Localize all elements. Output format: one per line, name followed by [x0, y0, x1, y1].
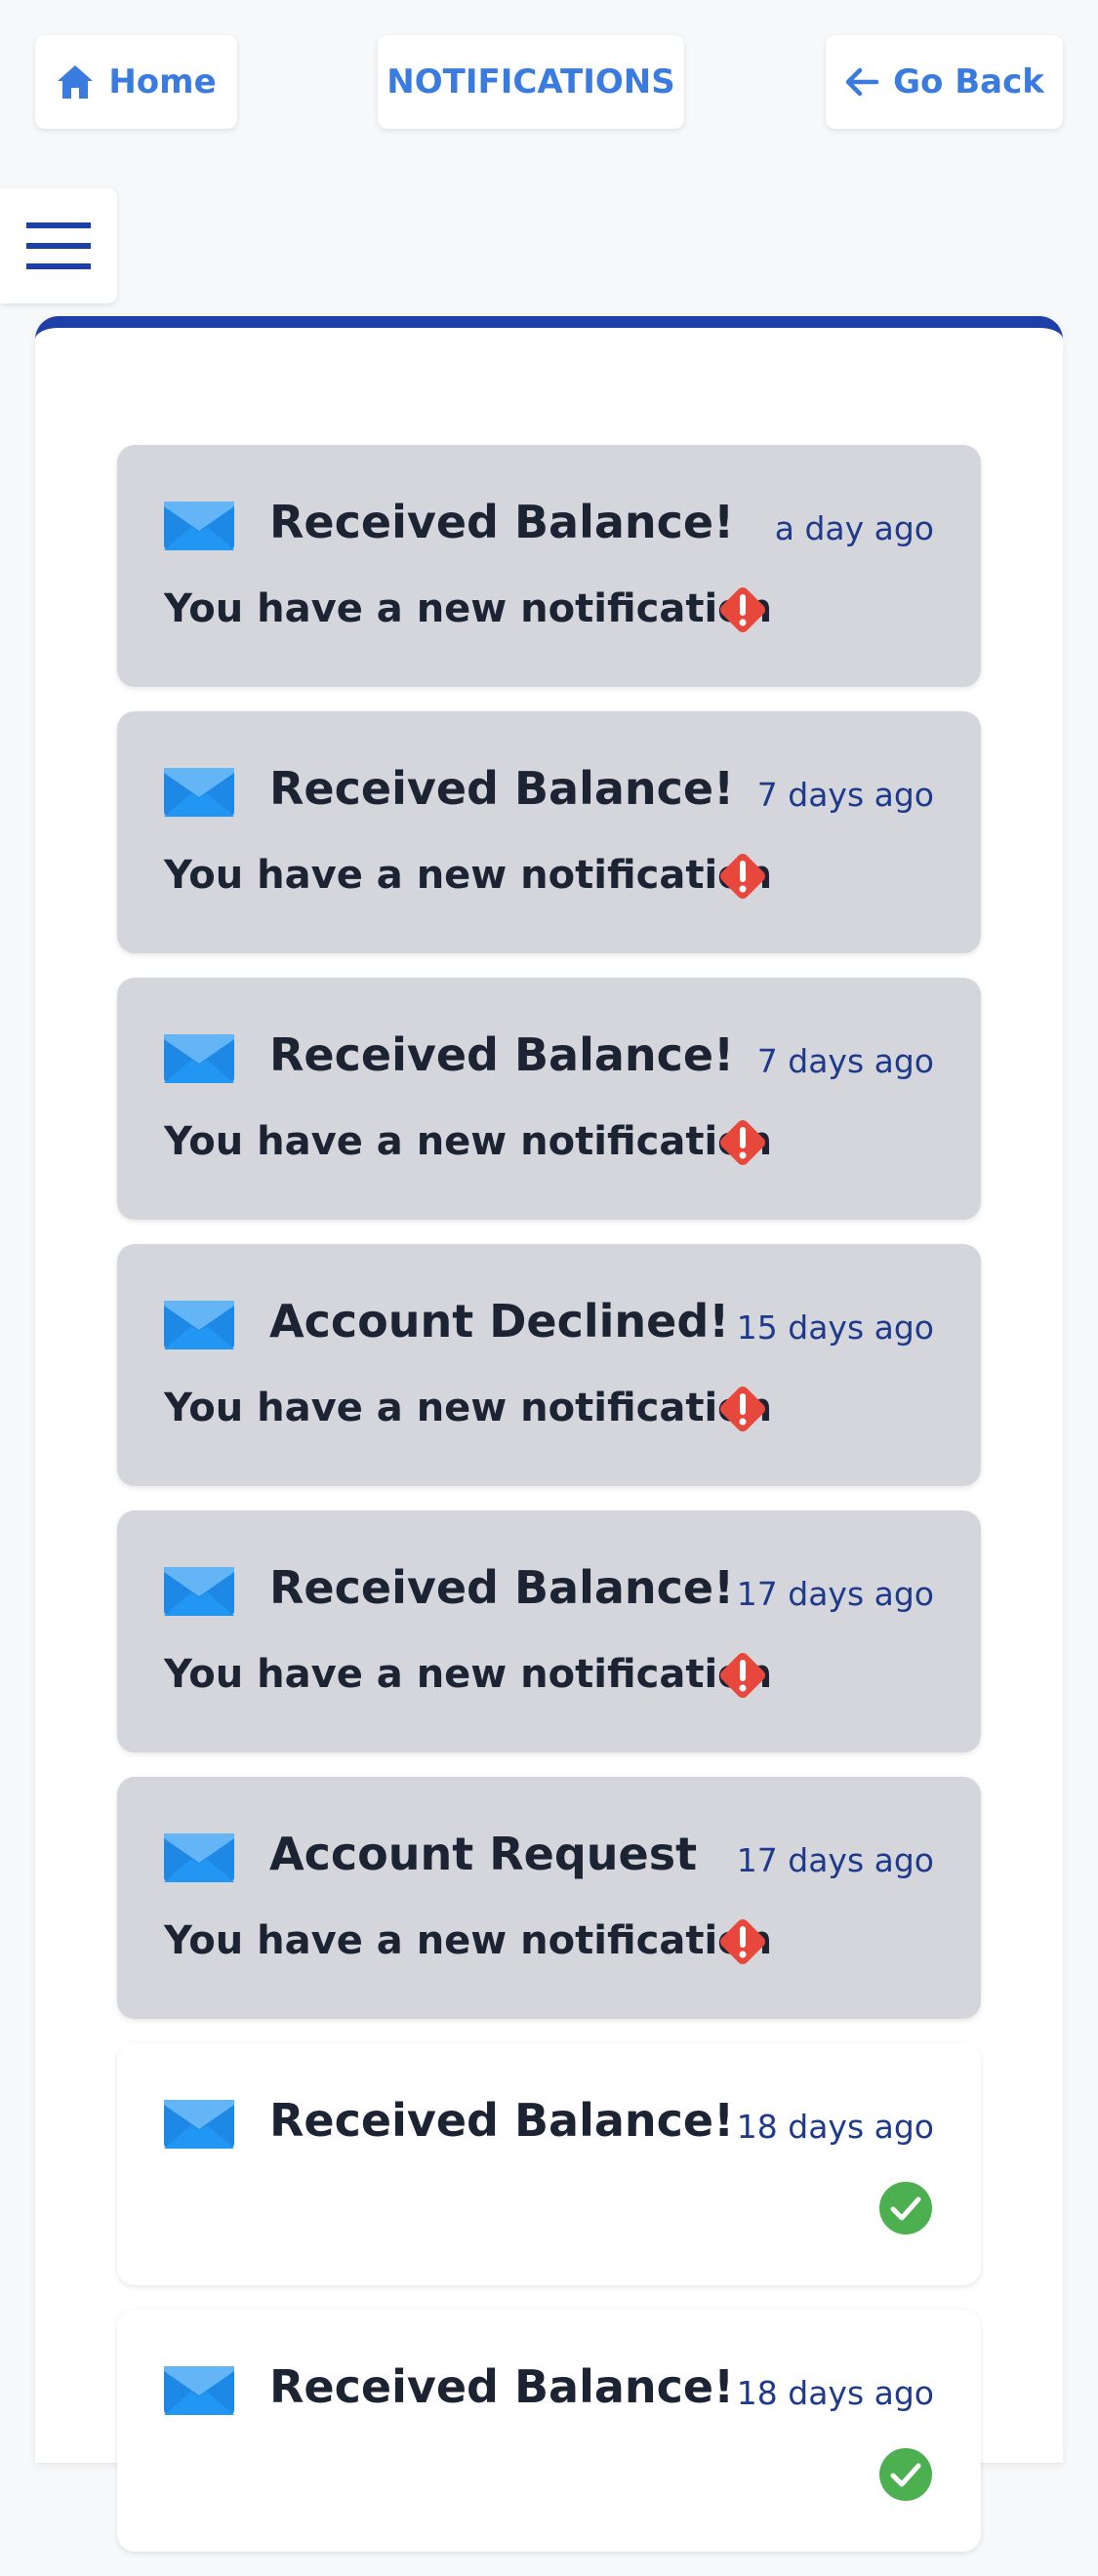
alert-diamond-icon: [720, 1120, 765, 1165]
notification-message: You have a new notification: [164, 586, 773, 631]
alert-diamond-icon: [720, 587, 765, 632]
go-back-label: Go Back: [893, 62, 1044, 101]
home-label: Home: [108, 62, 217, 101]
home-icon: [58, 65, 94, 99]
envelope-icon: [164, 2366, 234, 2415]
envelope-icon: [164, 1567, 234, 1616]
page-title: NOTIFICATIONS: [386, 62, 675, 101]
page-title-button[interactable]: NOTIFICATIONS: [378, 35, 684, 129]
go-back-button[interactable]: Go Back: [826, 35, 1063, 129]
alert-diamond-icon: [720, 1653, 765, 1698]
notification-time: 18 days ago: [736, 2108, 934, 2146]
home-button[interactable]: Home: [35, 35, 237, 129]
notification-message: You have a new notification: [164, 1918, 773, 1963]
notification-title: Received Balance!: [269, 2360, 735, 2413]
notification-title: Received Balance!: [269, 2094, 735, 2147]
hamburger-menu-icon: [26, 222, 91, 269]
envelope-icon: [164, 2100, 234, 2149]
envelope-icon: [164, 1034, 234, 1083]
alert-diamond-icon: [720, 1919, 765, 1964]
notification-message: You have a new notification: [164, 1119, 773, 1164]
notification-title: Received Balance!: [269, 762, 735, 815]
check-circle-icon: [879, 2448, 932, 2501]
envelope-icon: [164, 502, 234, 550]
arrow-left-icon: [845, 67, 879, 97]
notification-card[interactable]: Account Declined! 15 days ago You have a…: [117, 1244, 981, 1486]
notification-message: You have a new notification: [164, 1386, 773, 1430]
alert-diamond-icon: [720, 854, 765, 899]
notification-card[interactable]: Received Balance! 17 days ago You have a…: [117, 1510, 981, 1752]
notification-card[interactable]: Received Balance! a day ago You have a n…: [117, 445, 981, 687]
notification-message: You have a new notification: [164, 1652, 773, 1697]
notification-time: 18 days ago: [736, 2374, 934, 2412]
notification-list: Received Balance! a day ago You have a n…: [117, 445, 981, 2576]
notification-title: Account Declined!: [269, 1295, 730, 1348]
envelope-icon: [164, 768, 234, 817]
notification-time: 7 days ago: [756, 776, 934, 814]
check-circle-icon: [879, 2182, 932, 2234]
menu-toggle-button[interactable]: [0, 188, 117, 303]
envelope-icon: [164, 1301, 234, 1349]
notification-card[interactable]: Received Balance! 7 days ago You have a …: [117, 711, 981, 953]
notification-message: You have a new notification: [164, 853, 773, 898]
notification-time: 15 days ago: [736, 1308, 934, 1347]
notifications-panel: Received Balance! a day ago You have a n…: [35, 316, 1063, 2552]
notification-card[interactable]: Received Balance! 7 days ago You have a …: [117, 978, 981, 1220]
notification-title: Received Balance!: [269, 1028, 735, 1081]
notification-title: Received Balance!: [269, 496, 735, 548]
notification-card[interactable]: Account Request 17 days ago You have a n…: [117, 1777, 981, 2019]
notification-card[interactable]: Received Balance! 18 days ago: [117, 2043, 981, 2285]
notification-time: 17 days ago: [736, 1841, 934, 1879]
envelope-icon: [164, 1833, 234, 1882]
alert-diamond-icon: [720, 1387, 765, 1431]
notification-time: 17 days ago: [736, 1575, 934, 1613]
notification-time: 7 days ago: [756, 1042, 934, 1080]
notification-title: Account Request: [269, 1828, 698, 1880]
notification-card[interactable]: Received Balance! 18 days ago: [117, 2310, 981, 2552]
notification-title: Received Balance!: [269, 1561, 735, 1614]
notification-time: a day ago: [774, 509, 934, 547]
top-nav: Home NOTIFICATIONS Go Back: [0, 0, 1098, 137]
